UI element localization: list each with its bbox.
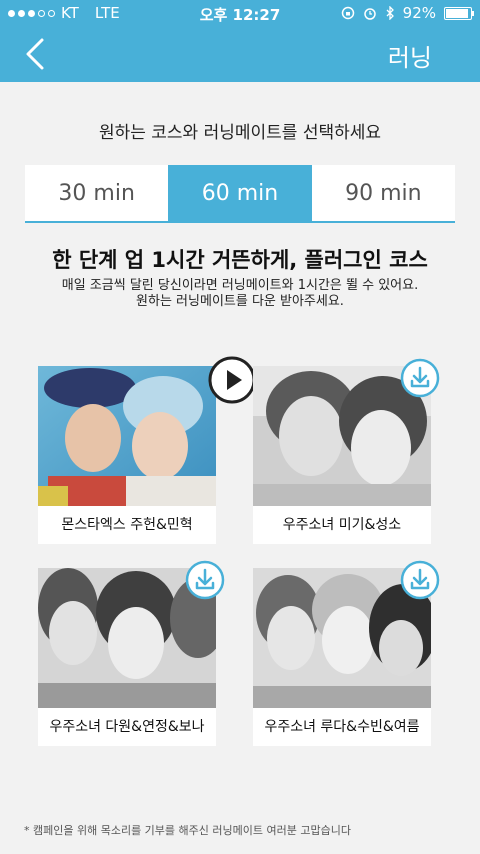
back-button[interactable] [22,36,52,72]
battery-level-fill [446,8,468,18]
download-icon [185,560,225,600]
chevron-left-icon [26,38,44,70]
battery-icon [444,6,474,20]
subtitle: 원하는 코스와 러닝메이트를 선택하세요 [98,123,382,143]
page-title: 러닝 [387,44,432,72]
download-button[interactable] [400,358,440,398]
course-description-line-2: 원하는 러닝메이트를 다운 받아주세요. [136,294,344,309]
bluetooth-icon [386,6,394,20]
download-button[interactable] [185,560,225,600]
course-headline: 한 단계 업 1시간 거뜬하게, 플러그인 코스 [52,248,428,272]
rotation-lock-icon [341,6,354,20]
course-description-line-1: 매일 조금씩 달린 당신이라면 러닝메이트와 1시간은 뛸 수 있어요. [61,278,419,293]
status-bar: KT LTE 오후 12:27 92% [0,0,480,26]
alarm-icon [363,8,376,20]
running-mate-card[interactable]: 몬스타엑스 주헌&민혁 [38,356,256,544]
nav-bar: 러닝 [0,26,480,82]
course-description: 매일 조금씩 달린 당신이라면 러닝메이트와 1시간은 뛸 수 있어요. 원하는… [0,278,480,310]
running-mate-name: 몬스타엑스 주헌&민혁 [61,517,193,533]
download-icon [400,358,440,398]
download-button[interactable] [400,560,440,600]
running-mate-card[interactable]: 우주소녀 다원&연정&보나 [38,560,225,746]
running-mate-photo [38,366,216,506]
duration-selector: 30 min 60 min 90 min [25,165,455,223]
segment-90-min[interactable]: 90 min [312,165,455,221]
download-icon [400,560,440,600]
running-mate-name: 우주소녀 다원&연정&보나 [49,719,205,735]
battery-percent: 92% [402,4,436,22]
running-mate-card[interactable]: 우주소녀 미기&성소 [253,358,440,544]
footnote: * 캠페인을 위해 목소리를 기부를 해주신 러닝메이트 여러분 고맙습니다 [24,824,351,837]
status-right: 92% [341,4,474,22]
running-mate-card[interactable]: 우주소녀 루다&수빈&여름 [253,560,440,746]
segment-30-min[interactable]: 30 min [25,165,168,221]
running-mate-name: 우주소녀 루다&수빈&여름 [264,719,420,735]
play-icon [208,356,256,404]
play-button[interactable] [208,356,256,404]
running-mate-name: 우주소녀 미기&성소 [282,517,402,533]
segment-60-min[interactable]: 60 min [168,165,312,221]
